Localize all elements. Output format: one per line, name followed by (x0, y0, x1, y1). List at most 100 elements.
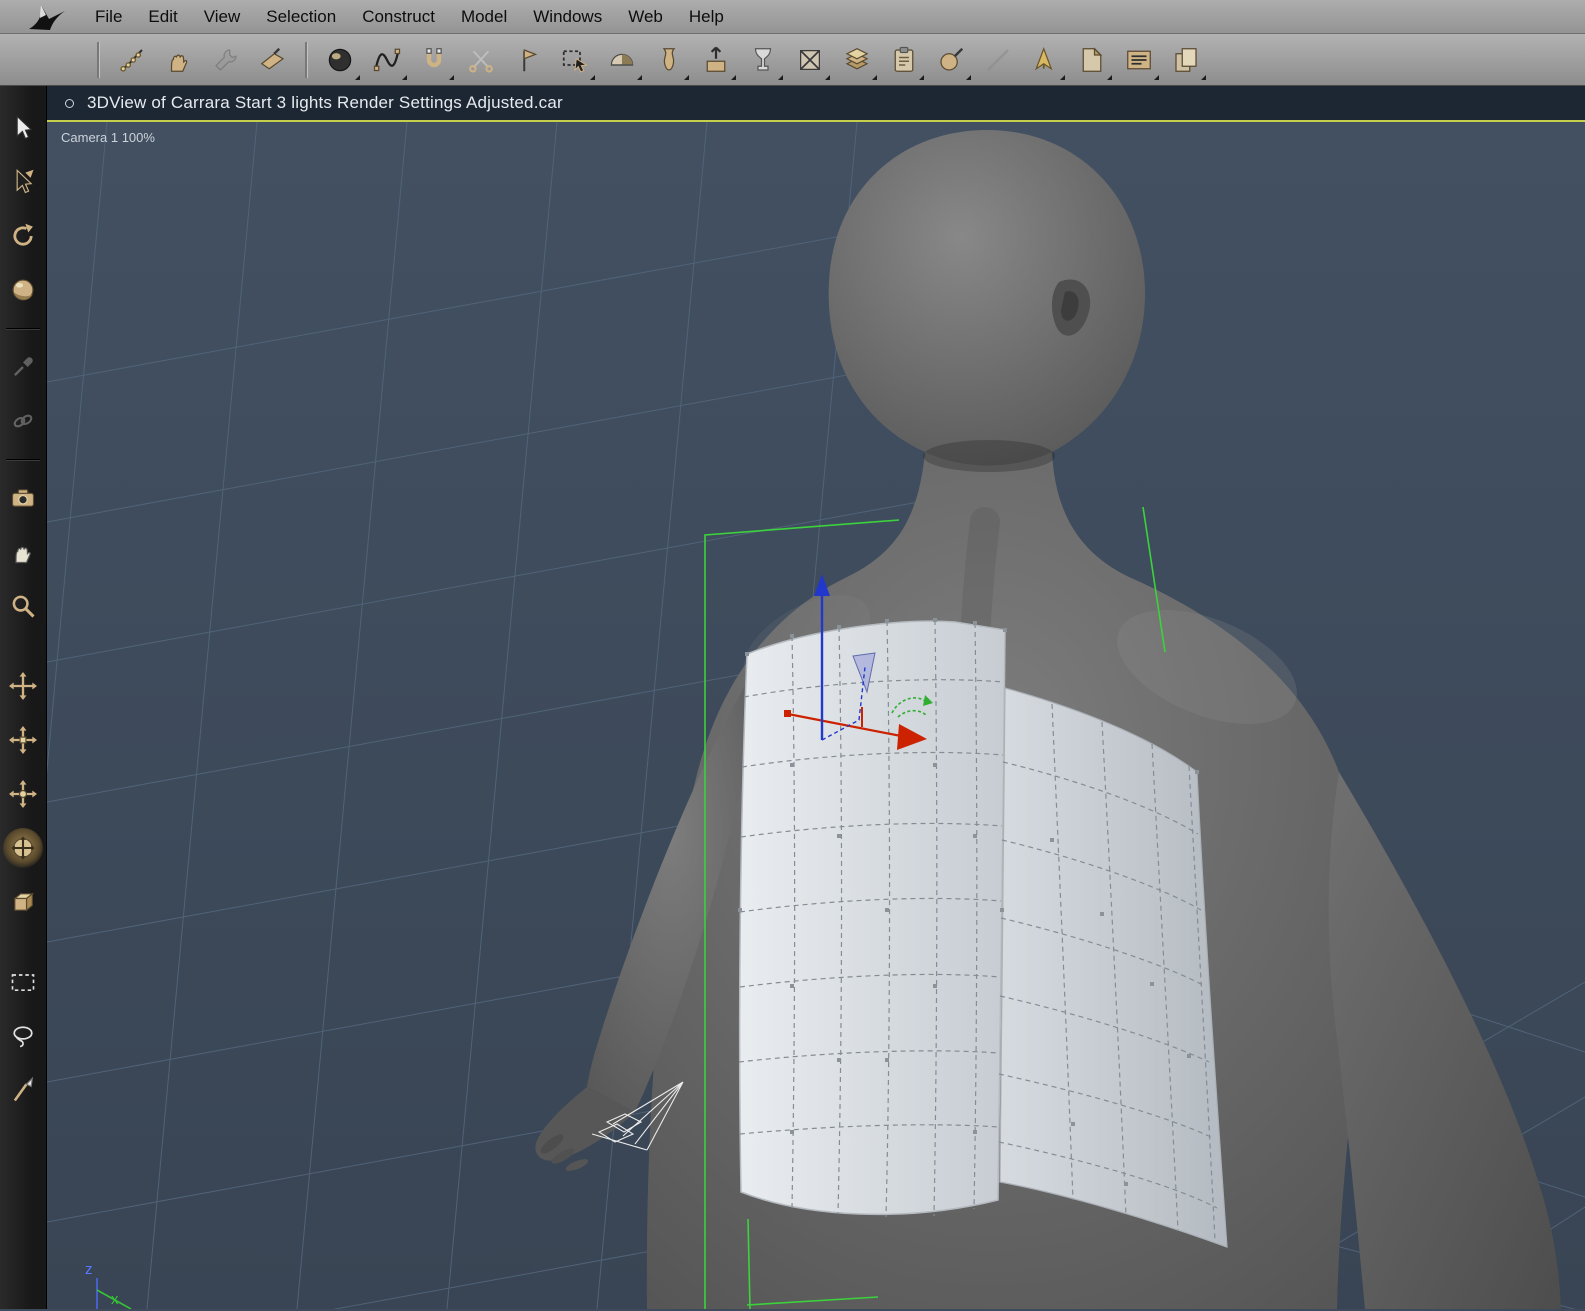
line-icon (986, 48, 1009, 71)
sphere-stick-icon (939, 47, 963, 71)
viewport-canvas[interactable]: z x Camera 1 100% (47, 122, 1585, 1309)
trowel-icon (260, 47, 284, 70)
dome-icon (610, 53, 633, 66)
zoom-tool[interactable] (3, 586, 43, 626)
bank-cube-tool[interactable] (3, 882, 43, 922)
menu-view[interactable]: View (191, 0, 254, 34)
lathe-vase-icon (662, 47, 675, 71)
menu-model[interactable]: Model (448, 0, 520, 34)
duplicate-tool[interactable] (1162, 37, 1209, 83)
curve-tool[interactable] (363, 37, 410, 83)
menu-selection[interactable]: Selection (253, 0, 349, 34)
move-cross-icon (9, 672, 37, 700)
wrench-icon (214, 48, 237, 71)
rotate-view-tool[interactable] (3, 216, 43, 256)
pin-flag-icon (522, 48, 537, 71)
sphere-primitive-tool[interactable] (316, 37, 363, 83)
scissors-tool[interactable] (457, 37, 504, 83)
marquee-arrow-icon (562, 49, 588, 73)
pen-tool[interactable] (1021, 37, 1068, 83)
axis-x-label: x (111, 1291, 119, 1308)
move-global-tool[interactable] (3, 828, 43, 868)
extrude-tool[interactable] (692, 37, 739, 83)
carrara-logo-icon (29, 4, 65, 30)
text-lines-tool[interactable] (1115, 37, 1162, 83)
chain-link-icon (13, 414, 33, 428)
move-3d-tool[interactable] (3, 774, 43, 814)
crossed-box-icon (799, 49, 820, 70)
wire-brush-tool[interactable] (108, 37, 155, 83)
move-tool[interactable] (3, 666, 43, 706)
rotate-arrow-icon (13, 223, 33, 246)
layers-tool[interactable] (833, 37, 880, 83)
clipboard-tool[interactable] (880, 37, 927, 83)
workspace: 3DView of Carrara Start 3 lights Render … (0, 86, 1585, 1309)
menu-help[interactable]: Help (676, 0, 737, 34)
goblet-icon (754, 47, 771, 71)
top-toolbar (0, 34, 1585, 86)
smoother-tool[interactable] (249, 37, 296, 83)
magnet-icon (425, 47, 442, 67)
wrench-tool[interactable] (202, 37, 249, 83)
magnet-tool[interactable] (410, 37, 457, 83)
page-flip-icon (1082, 46, 1102, 72)
goblet-tool[interactable] (739, 37, 786, 83)
menu-edit[interactable]: Edit (135, 0, 190, 34)
viewport-title: 3DView of Carrara Start 3 lights Render … (87, 93, 563, 112)
dome-tool[interactable] (598, 37, 645, 83)
lasso-icon (13, 1026, 33, 1048)
shaded-sphere-icon (12, 279, 34, 301)
page-flip-tool[interactable] (1068, 37, 1115, 83)
duplicate-pages-icon (1174, 47, 1197, 72)
toolbar-separator (305, 41, 307, 78)
menu-file[interactable]: File (82, 0, 135, 34)
boolean-tool[interactable] (786, 37, 833, 83)
pan-hand-tool[interactable] (155, 37, 202, 83)
cube-icon (13, 892, 34, 912)
cursor-arrow-icon (16, 114, 33, 140)
toolbar-separator (6, 328, 40, 329)
lathe-tool[interactable] (645, 37, 692, 83)
pan-tool[interactable] (3, 532, 43, 572)
menu-windows[interactable]: Windows (520, 0, 615, 34)
move-plane-tool[interactable] (3, 720, 43, 760)
cursor-arrow-dark-icon (16, 168, 34, 194)
clipboard-icon (894, 46, 913, 72)
camera-label: Camera 1 100% (61, 130, 155, 145)
extrude-icon (706, 46, 725, 72)
move-global-icon (11, 836, 35, 860)
link-tool[interactable] (3, 401, 43, 441)
shaded-sphere-tool[interactable] (3, 270, 43, 310)
toolbar-separator (97, 41, 99, 78)
knife-icon (13, 1076, 34, 1102)
marquee-transform-tool[interactable] (551, 37, 598, 83)
menu-construct[interactable]: Construct (349, 0, 448, 34)
viewport-window: 3DView of Carrara Start 3 lights Render … (47, 86, 1585, 1309)
line-tool[interactable] (974, 37, 1021, 83)
lasso-select-tool[interactable] (3, 1016, 43, 1056)
hand-icon (15, 546, 31, 564)
select-tool[interactable] (3, 108, 43, 148)
text-lines-icon (1126, 50, 1151, 69)
menu-bar: File Edit View Selection Construct Model… (0, 0, 1585, 34)
eyedropper-icon (14, 357, 33, 376)
move-plane-icon (9, 726, 37, 754)
pin-tool[interactable] (504, 37, 551, 83)
viewport-collapse-icon[interactable] (65, 98, 74, 108)
toolbar-separator (6, 459, 40, 460)
eyedropper-tool[interactable] (3, 347, 43, 387)
layers-icon (845, 47, 868, 69)
hand-icon (170, 53, 187, 72)
side-toolbar (0, 86, 47, 1309)
axis-z-label: z (85, 1261, 93, 1278)
select-alt-tool[interactable] (3, 162, 43, 202)
sphere-pick-tool[interactable] (927, 37, 974, 83)
knife-tool[interactable] (3, 1070, 43, 1110)
viewport-titlebar[interactable]: 3DView of Carrara Start 3 lights Render … (47, 86, 1585, 120)
camera-tool[interactable] (3, 478, 43, 518)
pen-nib-icon (1034, 46, 1053, 70)
move-3d-icon (9, 780, 37, 808)
menu-web[interactable]: Web (615, 0, 676, 34)
marquee-select-tool[interactable] (3, 962, 43, 1002)
scene-svg: z x (47, 122, 1585, 1309)
